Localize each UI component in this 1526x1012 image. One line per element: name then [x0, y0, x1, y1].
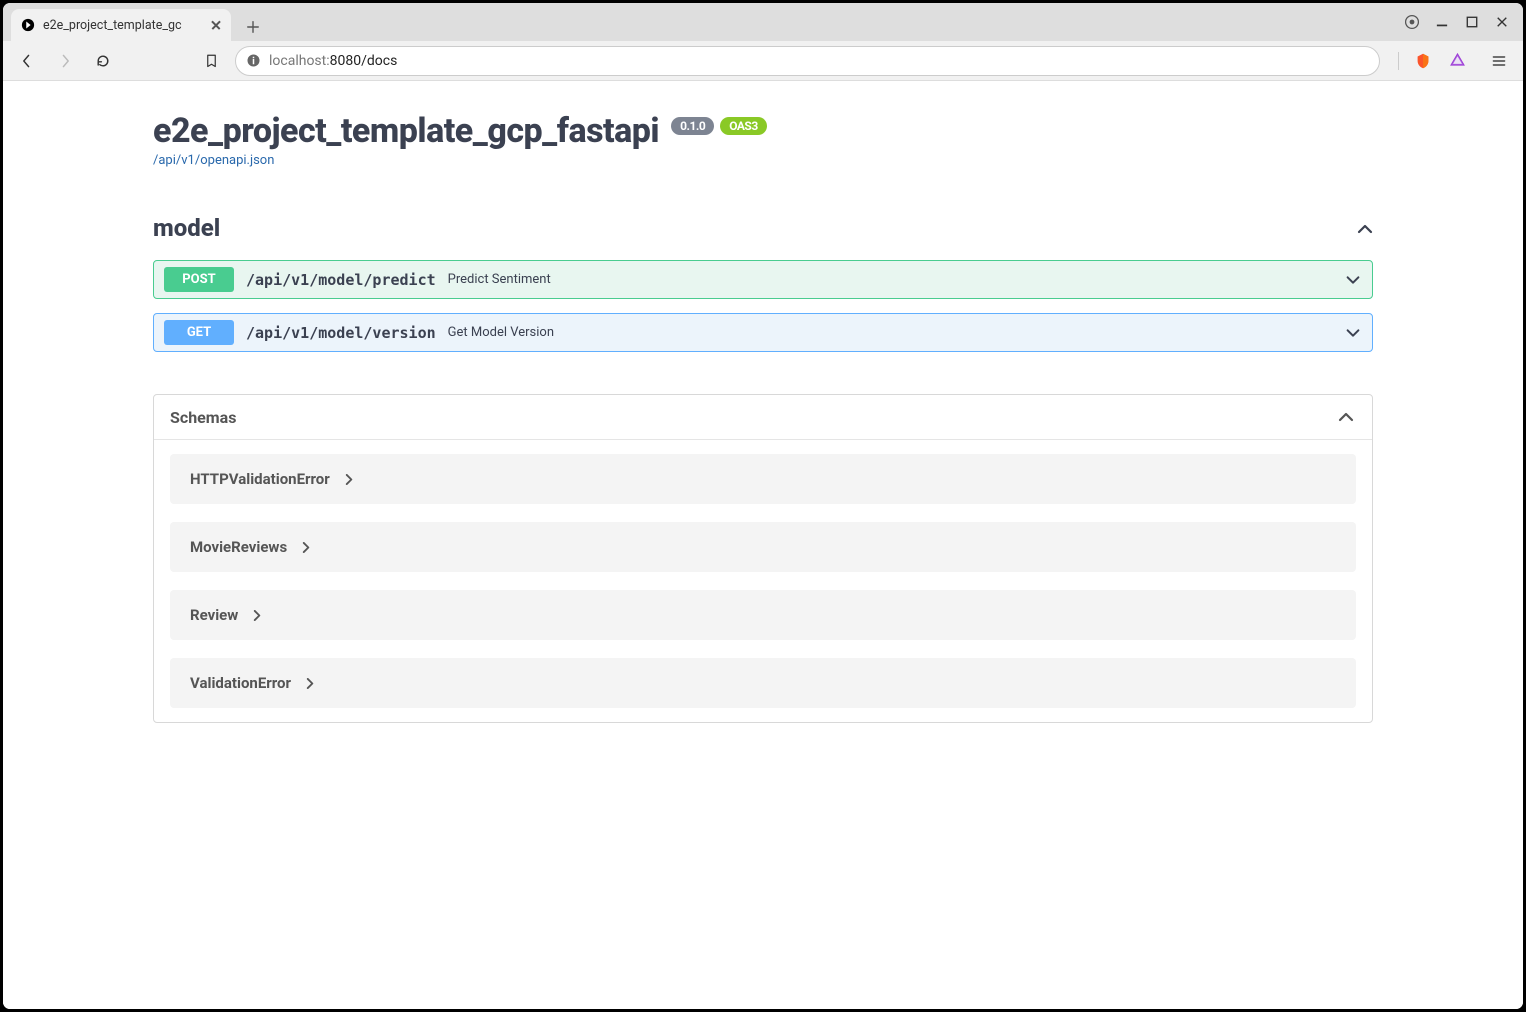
endpoint-row-predict[interactable]: POST /api/v1/model/predict Predict Senti… [153, 260, 1373, 299]
chevron-right-icon [344, 474, 355, 485]
openapi-json-link[interactable]: /api/v1/openapi.json [153, 153, 1373, 168]
brave-shields-icon[interactable] [1409, 47, 1437, 75]
schema-name: MovieReviews [190, 538, 287, 556]
tag-section-model: model POST /api/v1/model/predict Predict… [153, 210, 1373, 352]
address-text: localhost:8080/docs [269, 53, 1369, 69]
window-close-button[interactable] [1489, 9, 1515, 35]
incognito-indicator-icon [1399, 9, 1425, 35]
browser-window: e2e_project_template_gc [0, 0, 1526, 1012]
nav-back-button[interactable] [13, 47, 41, 75]
nav-forward-button[interactable] [51, 47, 79, 75]
method-badge: GET [164, 320, 234, 345]
tab-title: e2e_project_template_gc [43, 18, 203, 33]
url-host: localhost: [269, 53, 330, 69]
schema-row[interactable]: ValidationError [170, 658, 1356, 708]
method-badge: POST [164, 267, 234, 292]
url-path: 8080/docs [330, 53, 398, 69]
site-security-icon [246, 53, 261, 68]
chevron-down-icon [1344, 324, 1362, 342]
browser-tab[interactable]: e2e_project_template_gc [11, 9, 231, 41]
endpoint-summary: Predict Sentiment [448, 272, 551, 287]
schemas-title: Schemas [170, 408, 236, 427]
chevron-up-icon [1355, 219, 1373, 237]
schemas-header[interactable]: Schemas [154, 395, 1372, 440]
window-controls [1399, 3, 1515, 41]
chevron-right-icon [252, 610, 263, 621]
tab-favicon-icon [21, 18, 35, 32]
schemas-section: Schemas HTTPValidationError MovieReviews [153, 394, 1373, 723]
api-title-text: e2e_project_template_gcp_fastapi [153, 111, 659, 151]
schema-name: HTTPValidationError [190, 470, 330, 488]
endpoint-summary: Get Model Version [448, 325, 554, 340]
tag-header[interactable]: model [153, 210, 1373, 246]
version-badge: 0.1.0 [671, 117, 714, 135]
schema-row[interactable]: Review [170, 590, 1356, 640]
endpoint-path: /api/v1/model/predict [246, 271, 436, 289]
api-title: e2e_project_template_gcp_fastapi 0.1.0 O… [153, 111, 767, 151]
swagger-ui: e2e_project_template_gcp_fastapi 0.1.0 O… [113, 81, 1413, 763]
schema-name: ValidationError [190, 674, 291, 692]
tag-name: model [153, 214, 220, 242]
chevron-down-icon [1344, 271, 1362, 289]
bookmark-button[interactable] [197, 47, 225, 75]
nav-reload-button[interactable] [89, 47, 117, 75]
brave-rewards-icon[interactable] [1443, 47, 1471, 75]
extension-icons [1390, 47, 1475, 75]
tab-close-button[interactable] [211, 20, 221, 30]
endpoint-path: /api/v1/model/version [246, 324, 436, 342]
toolbar-divider [1398, 52, 1399, 70]
schema-name: Review [190, 606, 238, 624]
chevron-up-icon [1336, 407, 1356, 427]
schema-row[interactable]: HTTPValidationError [170, 454, 1356, 504]
address-bar[interactable]: localhost:8080/docs [235, 46, 1380, 76]
api-header: e2e_project_template_gcp_fastapi 0.1.0 O… [153, 111, 1373, 151]
browser-toolbar: localhost:8080/docs [3, 41, 1523, 81]
schema-row[interactable]: MovieReviews [170, 522, 1356, 572]
chevron-right-icon [301, 542, 312, 553]
window-titlebar: e2e_project_template_gc [3, 3, 1523, 41]
window-minimize-button[interactable] [1429, 9, 1455, 35]
chevron-right-icon [305, 678, 316, 689]
page-content: e2e_project_template_gcp_fastapi 0.1.0 O… [3, 81, 1523, 1009]
schemas-list: HTTPValidationError MovieReviews Review [154, 440, 1372, 722]
oas-badge: OAS3 [720, 117, 767, 135]
tab-strip: e2e_project_template_gc [3, 3, 267, 41]
new-tab-button[interactable] [239, 13, 267, 41]
endpoint-row-version[interactable]: GET /api/v1/model/version Get Model Vers… [153, 313, 1373, 352]
app-menu-button[interactable] [1485, 47, 1513, 75]
window-maximize-button[interactable] [1459, 9, 1485, 35]
